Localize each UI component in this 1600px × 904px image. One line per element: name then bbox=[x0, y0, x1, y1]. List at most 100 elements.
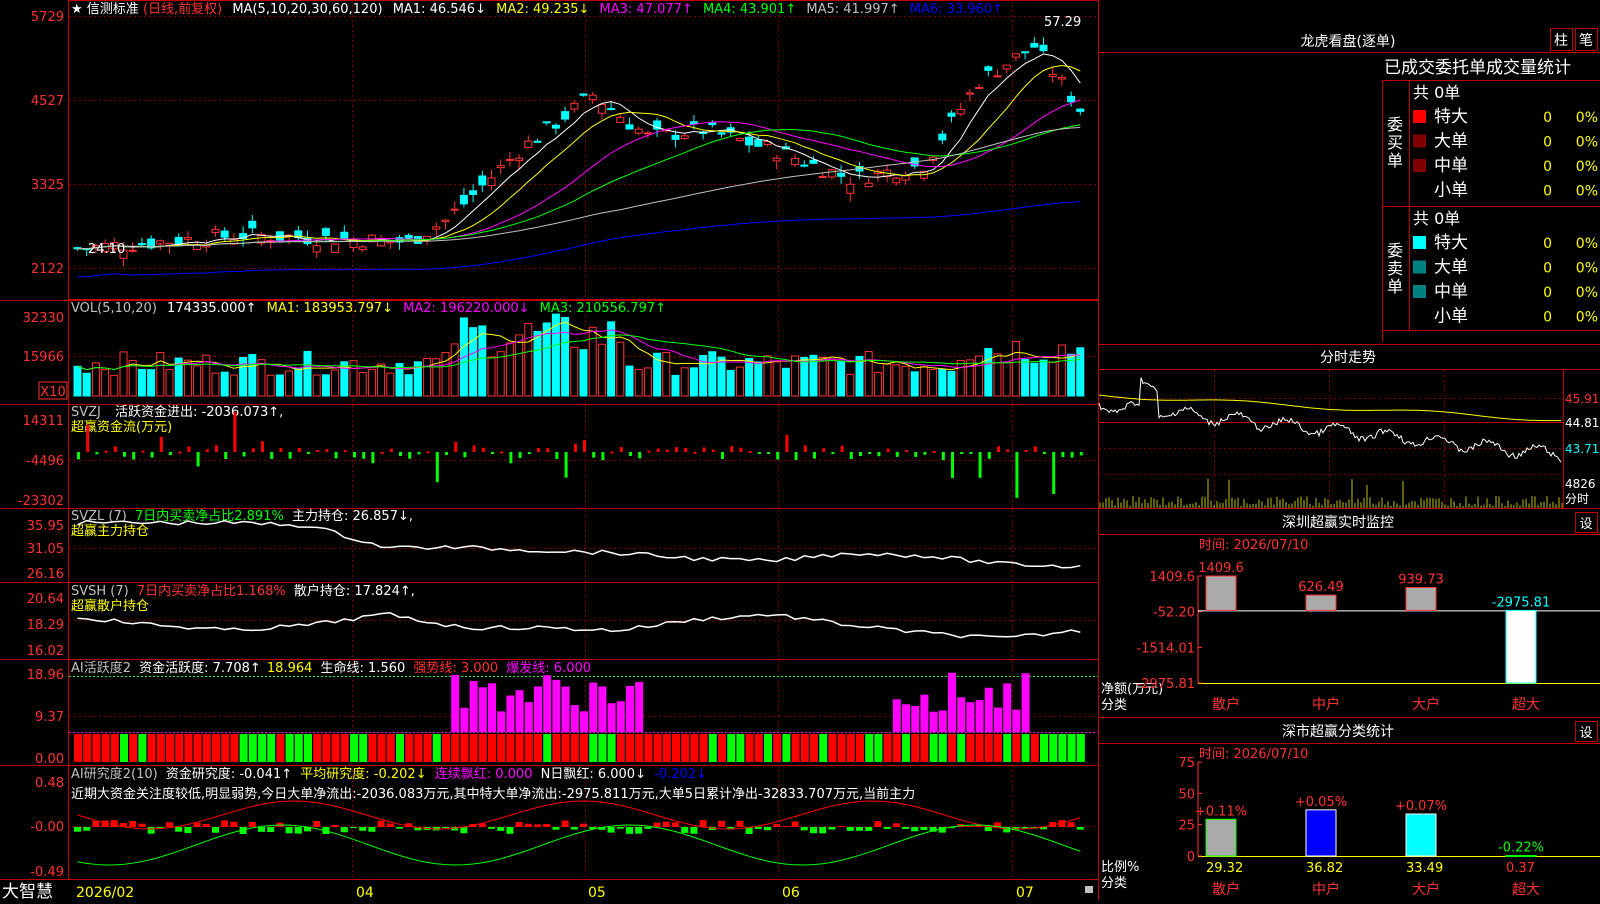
ai1-base-bar bbox=[331, 734, 340, 762]
ai2-bar bbox=[396, 827, 403, 829]
ai2-bar bbox=[984, 827, 992, 832]
volume-bar bbox=[367, 368, 376, 397]
price-panel-frame[interactable] bbox=[68, 0, 1099, 300]
volume-bar bbox=[708, 351, 717, 397]
volume-bar bbox=[533, 330, 542, 397]
ai2-bar bbox=[736, 820, 744, 827]
svzj-bar bbox=[1043, 452, 1046, 454]
volume-bar bbox=[984, 348, 993, 397]
svzj-chart[interactable] bbox=[77, 412, 1083, 498]
x-axis: 大智慧 2026/02 04 05 06 07 bbox=[2, 882, 1034, 902]
svzl-ytick-2: 31.05 bbox=[27, 542, 64, 557]
svzj-bar bbox=[169, 452, 172, 456]
classify-bar-chart[interactable]: 75 50 25 0 +0.11% 散户 +0.05% 中户 +0.07% 大户 -0.22% 超大 2… bbox=[1178, 756, 1600, 898]
svzj-bar bbox=[656, 448, 660, 452]
monitor-bar-chart[interactable]: 1409.6 -52.20 -1514.01 -2975.81 1409.6 散户 626.… bbox=[1137, 561, 1600, 713]
ai1-magenta-bar bbox=[892, 699, 901, 732]
volume-bar bbox=[689, 367, 698, 397]
ai2-bar bbox=[883, 827, 891, 830]
volume-bar bbox=[478, 325, 487, 397]
svg-text:设: 设 bbox=[1579, 517, 1592, 532]
ai1-base-bar bbox=[221, 734, 230, 762]
ai1-base-bar bbox=[469, 734, 478, 762]
ai1-base-bar bbox=[828, 734, 837, 762]
ai1-base-bar bbox=[230, 734, 239, 762]
ai1-magenta-bar bbox=[911, 705, 920, 732]
svzj-bar bbox=[86, 424, 90, 452]
candle-body bbox=[901, 175, 910, 181]
ai2-ytick-3: -0.49 bbox=[30, 865, 64, 880]
ai2-bar bbox=[258, 827, 265, 832]
ai1-magenta-bar bbox=[994, 707, 1002, 732]
longhu-title: 龙虎看盘(逐单) bbox=[1301, 33, 1396, 50]
lock-icon[interactable] bbox=[1085, 886, 1093, 893]
bar-value-label: -0.22% bbox=[1498, 841, 1544, 856]
ai2-bar bbox=[662, 821, 670, 827]
svzj-bar bbox=[905, 450, 908, 453]
bar-mark-中户 bbox=[1305, 594, 1337, 611]
volume-chart[interactable] bbox=[73, 313, 1085, 397]
svzj-bar bbox=[849, 452, 853, 460]
ai1-chart[interactable] bbox=[69, 672, 1098, 762]
classify-title: 深市超赢分类统计 bbox=[1282, 723, 1394, 740]
ai1-base-bar bbox=[736, 734, 745, 762]
ai1-base-bar bbox=[460, 734, 469, 762]
bar-category-label: 散户 bbox=[1212, 696, 1240, 713]
candle-body bbox=[312, 245, 321, 253]
svsh-chart[interactable] bbox=[77, 612, 1081, 639]
ai2-commentary: 近期大资金关注度较低,明显弱势,今日大单净流出:-2036.083万元,其中特大… bbox=[71, 786, 915, 802]
buy-row-name: 特大 bbox=[1434, 107, 1468, 127]
ai1-ytick-2: 9.37 bbox=[35, 710, 64, 725]
svzj-bar bbox=[702, 447, 706, 452]
volume-bar bbox=[450, 343, 459, 397]
volume-bar bbox=[239, 356, 248, 397]
longhu-panel: 龙虎看盘(逐单) 柱 笔 已成交委托单成交量统计 委买单共 0单特大 0 0%大单 0… bbox=[1099, 28, 1600, 342]
ai2-bar bbox=[552, 827, 560, 830]
candle-body bbox=[432, 226, 441, 230]
candlestick-chart[interactable] bbox=[73, 37, 1085, 278]
ai1-base-bar bbox=[1058, 734, 1067, 762]
candle-body bbox=[1011, 53, 1020, 58]
sell-row-name: 中单 bbox=[1434, 282, 1468, 302]
ai1-base-bar bbox=[561, 734, 570, 762]
svzj-bar bbox=[491, 452, 494, 455]
ai1-base-bar bbox=[764, 734, 772, 762]
intraday-ytick-2: 44.81 bbox=[1565, 416, 1599, 430]
svzj-bar bbox=[307, 452, 310, 454]
ai2-bar bbox=[837, 825, 845, 827]
candle-body bbox=[754, 139, 763, 147]
candle-body bbox=[846, 183, 855, 194]
ai1-base-bar bbox=[359, 734, 368, 762]
ai2-chart[interactable] bbox=[74, 800, 1084, 866]
svzl-chart[interactable] bbox=[77, 519, 1081, 569]
svzj-bar bbox=[261, 441, 264, 452]
ai1-base-bar bbox=[681, 734, 690, 762]
ma4-value: MA4: 43.901↑ bbox=[703, 2, 796, 17]
volume-bar bbox=[910, 371, 919, 397]
candle-body bbox=[643, 132, 652, 135]
candle-body bbox=[579, 93, 588, 96]
ai1-base-bar bbox=[488, 734, 496, 762]
candle-body bbox=[597, 104, 606, 114]
ai1-base-bar bbox=[984, 734, 993, 762]
ai2-bar bbox=[202, 824, 210, 827]
ai2-bar bbox=[570, 827, 578, 830]
ai1-base-bar bbox=[708, 734, 717, 762]
buy-row-qty: 0 bbox=[1543, 135, 1552, 151]
ai1-magenta-bar bbox=[478, 687, 487, 732]
svzj-bar bbox=[555, 452, 559, 460]
ai1-base-bar bbox=[920, 734, 929, 762]
ai2-bar bbox=[377, 820, 385, 827]
price-ytick-2: 4527 bbox=[31, 94, 64, 109]
ai1-base-bar bbox=[948, 734, 956, 762]
svzj-bar bbox=[481, 447, 485, 452]
svzj-bar bbox=[132, 452, 136, 460]
svzj-bar bbox=[987, 452, 991, 459]
svsh-subtitle: 超赢散户持仓 bbox=[71, 598, 149, 614]
buy-row-name: 大单 bbox=[1434, 132, 1468, 152]
svzj-bar bbox=[389, 448, 393, 452]
ai1-base-bar bbox=[92, 734, 101, 762]
svzj-bar bbox=[711, 449, 715, 452]
ai1-base-bar bbox=[1067, 734, 1076, 762]
svzj-bar bbox=[684, 448, 688, 452]
